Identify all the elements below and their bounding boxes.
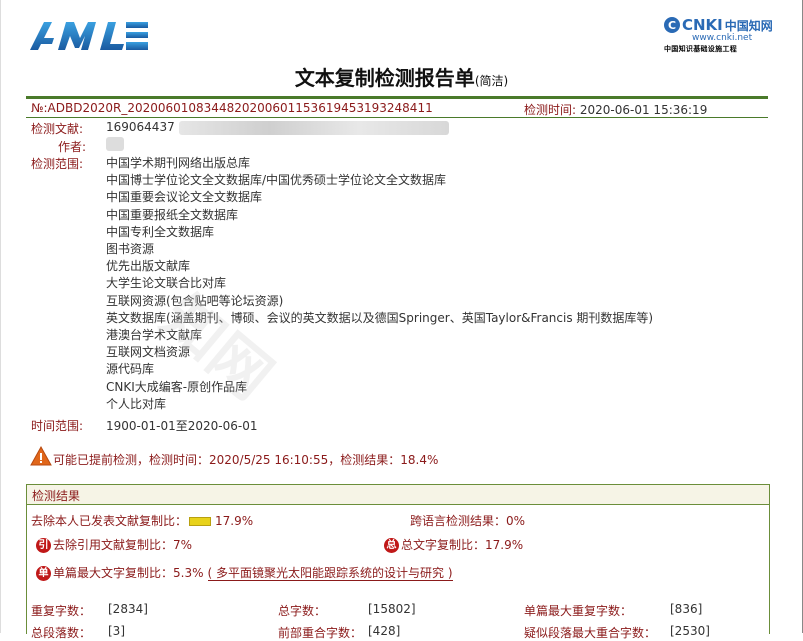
excl-self-metric: 去除本人已发表文献复制比： 17.9% (31, 512, 253, 529)
single-label: 单篇最大文字复制比： (53, 566, 174, 580)
scope-item: CNKI大成编客-原创作品库 (106, 379, 248, 394)
scope-item: 个人比对库 (106, 396, 167, 411)
stat-max-value: [836] (670, 602, 703, 616)
stat-total-label: 总字数： (278, 604, 327, 618)
cross-lang-metric: 跨语言检测结果：0% (410, 512, 525, 529)
report-number: №:ADBD2020R_2020060108344820200601153619… (31, 101, 433, 115)
total-value: 17.9% (485, 538, 524, 552)
stat-max-label: 单篇最大重复字数： (524, 604, 633, 618)
check-time-label: 检测时间: (524, 103, 577, 117)
author-value (106, 136, 124, 151)
stat-dup-value: [2834] (108, 602, 148, 616)
scope-item: 优先出版文献库 (106, 259, 191, 274)
stat-total-value: [15802] (368, 602, 416, 616)
stat-front-value: [428] (368, 624, 401, 638)
doc-id: 169064437 (106, 120, 175, 134)
excl-self-bar (189, 517, 212, 526)
excl-ref-label: 去除引用文献复制比： (53, 538, 174, 552)
report-title-main: 文本复制检测报告单 (294, 66, 475, 90)
report-title-suffix: (简洁) (474, 74, 509, 88)
cnki-url: www.cnki.net (692, 33, 753, 43)
doc-label: 检测文献: (31, 122, 84, 136)
cnki-subtitle: 中国知识基础设施工程 (664, 45, 737, 53)
page-left-border (0, 0, 1, 633)
scope-item: 中国学术期刊网络出版总库 (106, 156, 251, 170)
excl-self-label: 去除本人已发表文献复制比： (31, 514, 188, 528)
cnki-logo: C CNKI 中国知网 (664, 16, 773, 34)
quote-badge-icon: 引 (36, 538, 51, 553)
results-header: 检测结果 (27, 485, 769, 505)
stat-para-value: [3] (108, 624, 125, 638)
check-time-value: 2020-06-01 15:36:19 (579, 103, 708, 117)
scope-label: 检测范围: (31, 157, 84, 171)
redacted-doc-title (178, 120, 449, 135)
cnki-brand-cn: 中国知网 (724, 18, 773, 33)
stat-suspect-value: [2530] (670, 624, 710, 638)
single-source-title: ( 多平面镜聚光太阳能跟踪系统的设计与研究 ) (207, 566, 453, 581)
total-label: 总文字复制比： (401, 538, 486, 552)
redacted-author (106, 136, 124, 151)
total-badge-icon: 总 (384, 538, 399, 553)
excl-self-value: 17.9% (215, 514, 254, 528)
cnki-brand-text: CNKI (682, 16, 723, 34)
scope-item: 中国重要报纸全文数据库 (106, 207, 239, 222)
scope-item: 中国重要会议论文全文数据库 (106, 190, 263, 205)
scope-item: 中国专利全文数据库 (106, 224, 215, 239)
report-page: C CNKI 中国知网 www.cnki.net 中国知识基础设施工程 文本复制… (0, 0, 803, 640)
scope-list: 中国学术期刊网络出版总库 中国博士学位论文全文数据库/中国优秀硕士学位论文全文数… (106, 155, 653, 413)
excl-ref-metric: 引去除引用文献复制比：7% (36, 536, 192, 553)
scope-item: 中国博士学位论文全文数据库/中国优秀硕士学位论文全文数据库 (106, 173, 447, 188)
warning-text: 可能已提前检测，检测时间：2020/5/25 16:10:55，检测结果：18.… (53, 453, 439, 467)
time-range-value: 1900-01-01至2020-06-01 (106, 419, 258, 433)
author-label: 作者: (58, 140, 87, 154)
report-title: 文本复制检测报告单(简洁) (0, 62, 803, 91)
doc-value: 169064437 (106, 120, 449, 135)
total-metric: 总总文字复制比：17.9% (384, 536, 523, 553)
time-range-label: 时间范围: (31, 419, 84, 433)
header-rule-thin (26, 117, 768, 118)
cnki-globe-icon: C (664, 17, 680, 33)
results-title: 检测结果 (32, 489, 81, 503)
single-metric: 单单篇最大文字复制比：5.3%( 多平面镜聚光太阳能跟踪系统的设计与研究 ) (36, 564, 453, 581)
amlc-logo (30, 22, 148, 50)
single-value: 5.3% (173, 566, 204, 580)
scope-item: 图书资源 (106, 242, 155, 257)
single-badge-icon: 单 (36, 566, 51, 581)
cross-lang-label: 跨语言检测结果： (410, 514, 507, 528)
warning-icon (30, 446, 52, 466)
header-rule-thick (26, 96, 768, 99)
cross-lang-value: 0% (506, 514, 526, 528)
excl-ref-value: 7% (173, 538, 193, 552)
check-time: 检测时间: 2020-06-01 15:36:19 (524, 101, 707, 118)
stat-dup-label: 重复字数： (31, 604, 92, 618)
